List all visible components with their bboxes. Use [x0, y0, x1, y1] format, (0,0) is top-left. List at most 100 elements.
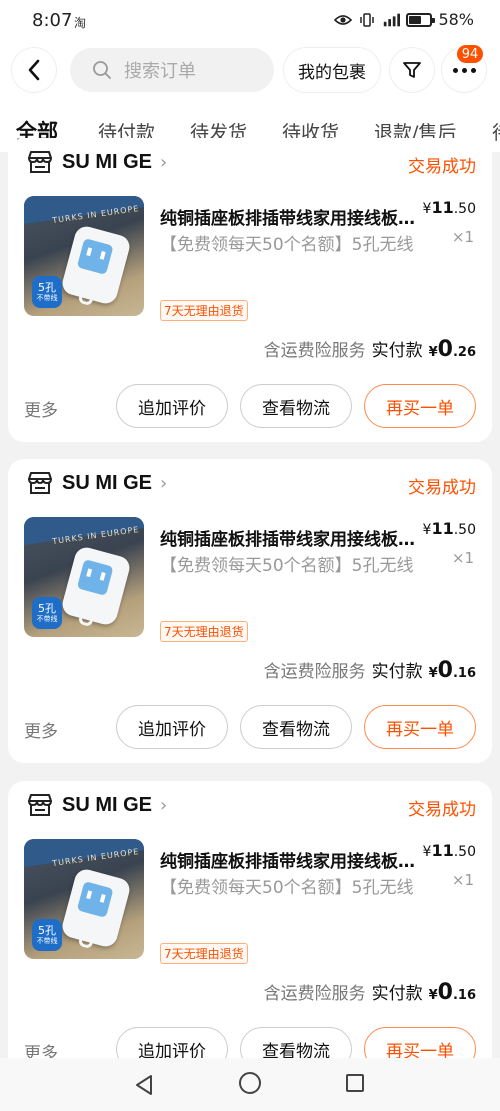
shop-name: SU MI GE	[62, 793, 153, 816]
search-icon	[93, 61, 111, 79]
unit-price: ¥11.50	[423, 519, 476, 538]
thumb-label-a: 5孔	[38, 923, 56, 937]
view-logistics-button[interactable]: 查看物流	[240, 384, 352, 428]
order-card[interactable]: SU MI GE › 交易成功 TURKS IN EUROPE 5孔 不带线 纯…	[8, 138, 492, 442]
shop-header[interactable]: SU MI GE ›	[26, 793, 167, 817]
paid-summary: 含运费险服务 实付款 ¥0.16	[264, 979, 476, 1005]
product-thumbnail[interactable]: TURKS IN EUROPE 5孔 不带线	[24, 517, 144, 637]
back-icon	[28, 59, 40, 81]
status-bar: 8:07 淘 58%	[0, 0, 500, 42]
price-dec: .50	[453, 522, 476, 538]
order-card[interactable]: SU MI GE › 交易成功 TURKS IN EUROPE 5孔 不带线 纯…	[8, 781, 492, 1085]
product-thumbnail[interactable]: TURKS IN EUROPE 5孔 不带线	[24, 196, 144, 316]
chevron-right-icon: ›	[160, 472, 168, 494]
thumb-label-a: 5孔	[38, 280, 56, 294]
shop-header[interactable]: SU MI GE ›	[26, 150, 167, 174]
thumb-socket	[76, 559, 114, 596]
thumb-label: 5孔 不带线	[32, 919, 62, 951]
price-int: 11	[431, 519, 454, 538]
return-policy-badge: 7天无理由退货	[160, 621, 248, 642]
order-card[interactable]: SU MI GE › 交易成功 TURKS IN EUROPE 5孔 不带线 纯…	[8, 459, 492, 763]
thumb-plug	[59, 223, 133, 307]
quantity: ×1	[451, 228, 474, 246]
search-placeholder: 搜索订单	[124, 61, 196, 82]
shipping-insurance-label: 含运费险服务	[263, 341, 366, 361]
app-indicator-icon: 淘	[74, 16, 87, 30]
paid-dec: .26	[452, 345, 476, 360]
battery-level	[409, 15, 422, 24]
paid-label: 实付款	[371, 341, 423, 361]
product-title[interactable]: 纯铜插座板排插带线家用接线板拖线板多孔插排	[160, 847, 422, 872]
thumb-label: 5孔 不带线	[32, 276, 62, 308]
product-variant: 【免费领每天50个名额】5孔无线	[160, 556, 414, 576]
header: 8:07 淘 58% 搜索订单 我的包裹 94 全部 待付款 待发货 待收货 退…	[0, 0, 500, 152]
product-variant: 【免费领每天50个名额】5孔无线	[160, 235, 414, 255]
quantity: ×1	[451, 549, 474, 567]
paid-int: 0	[437, 980, 453, 1005]
nav-row: 搜索订单 我的包裹	[0, 44, 500, 96]
nav-home-icon[interactable]	[239, 1072, 261, 1094]
buy-again-button[interactable]: 再买一单	[364, 705, 476, 749]
order-status: 交易成功	[408, 157, 476, 177]
shop-icon	[28, 472, 52, 494]
vibrate-icon	[358, 11, 376, 29]
nav-recents-icon[interactable]	[346, 1074, 364, 1092]
thumb-label-a: 5孔	[38, 601, 56, 615]
product-thumbnail[interactable]: TURKS IN EUROPE 5孔 不带线	[24, 839, 144, 959]
thumb-socket	[76, 238, 114, 275]
thumb-label-b: 不带线	[36, 936, 58, 945]
return-policy-badge: 7天无理由退货	[160, 300, 248, 321]
filter-icon	[403, 62, 421, 78]
search-bar[interactable]: 搜索订单	[70, 48, 274, 92]
shop-icon	[28, 151, 52, 173]
eye-icon	[334, 11, 353, 29]
shop-name: SU MI GE	[62, 471, 153, 494]
paid-summary: 含运费险服务 实付款 ¥0.16	[264, 657, 476, 683]
thumb-plug-tab	[77, 613, 94, 628]
paid-amount: ¥0.26	[429, 337, 476, 362]
my-package-button[interactable]: 我的包裹	[284, 48, 380, 92]
view-logistics-button[interactable]: 查看物流	[240, 705, 352, 749]
product-title[interactable]: 纯铜插座板排插带线家用接线板拖线板多孔插排	[160, 525, 422, 550]
chevron-right-icon: ›	[160, 151, 168, 173]
more-icon-dot	[461, 67, 467, 73]
price-dec: .50	[453, 201, 476, 217]
signal-icon	[382, 11, 401, 29]
thumb-plug-tab	[77, 935, 94, 950]
thumb-label-b: 不带线	[36, 614, 58, 623]
paid-currency: ¥	[428, 666, 438, 681]
chevron-right-icon: ›	[160, 794, 168, 816]
thumb-socket	[76, 881, 114, 918]
status-icons: 58%	[334, 10, 474, 29]
tab-more[interactable]: 待	[492, 118, 500, 145]
quantity: ×1	[451, 871, 474, 889]
paid-currency: ¥	[428, 988, 438, 1003]
shop-header[interactable]: SU MI GE ›	[26, 471, 167, 495]
paid-amount: ¥0.16	[429, 980, 476, 1005]
price-dec: .50	[453, 844, 476, 860]
paid-currency: ¥	[428, 345, 438, 360]
battery-percent: 58%	[438, 10, 474, 29]
nav-back-icon[interactable]	[134, 1074, 154, 1096]
order-status: 交易成功	[408, 478, 476, 498]
shop-icon	[28, 794, 52, 816]
more-icon	[452, 67, 458, 73]
price-int: 11	[431, 198, 454, 217]
battery-icon	[406, 12, 436, 27]
price-int: 11	[431, 841, 454, 860]
status-time: 8:07	[32, 10, 73, 31]
more-link[interactable]: 更多	[24, 396, 58, 421]
add-review-button[interactable]: 追加评价	[116, 384, 228, 428]
back-button[interactable]	[12, 48, 56, 92]
more-link[interactable]: 更多	[24, 717, 58, 742]
buy-again-button[interactable]: 再买一单	[364, 384, 476, 428]
add-review-button[interactable]: 追加评价	[116, 705, 228, 749]
thumb-plug	[59, 866, 133, 950]
notification-badge: 94	[455, 43, 485, 65]
paid-int: 0	[437, 337, 453, 362]
product-title[interactable]: 纯铜插座板排插带线家用接线板拖线板多孔插排	[160, 204, 422, 229]
filter-button[interactable]	[390, 48, 434, 92]
return-policy-badge: 7天无理由退货	[160, 943, 248, 964]
paid-dec: .16	[452, 988, 476, 1003]
shipping-insurance-label: 含运费险服务	[263, 984, 366, 1004]
